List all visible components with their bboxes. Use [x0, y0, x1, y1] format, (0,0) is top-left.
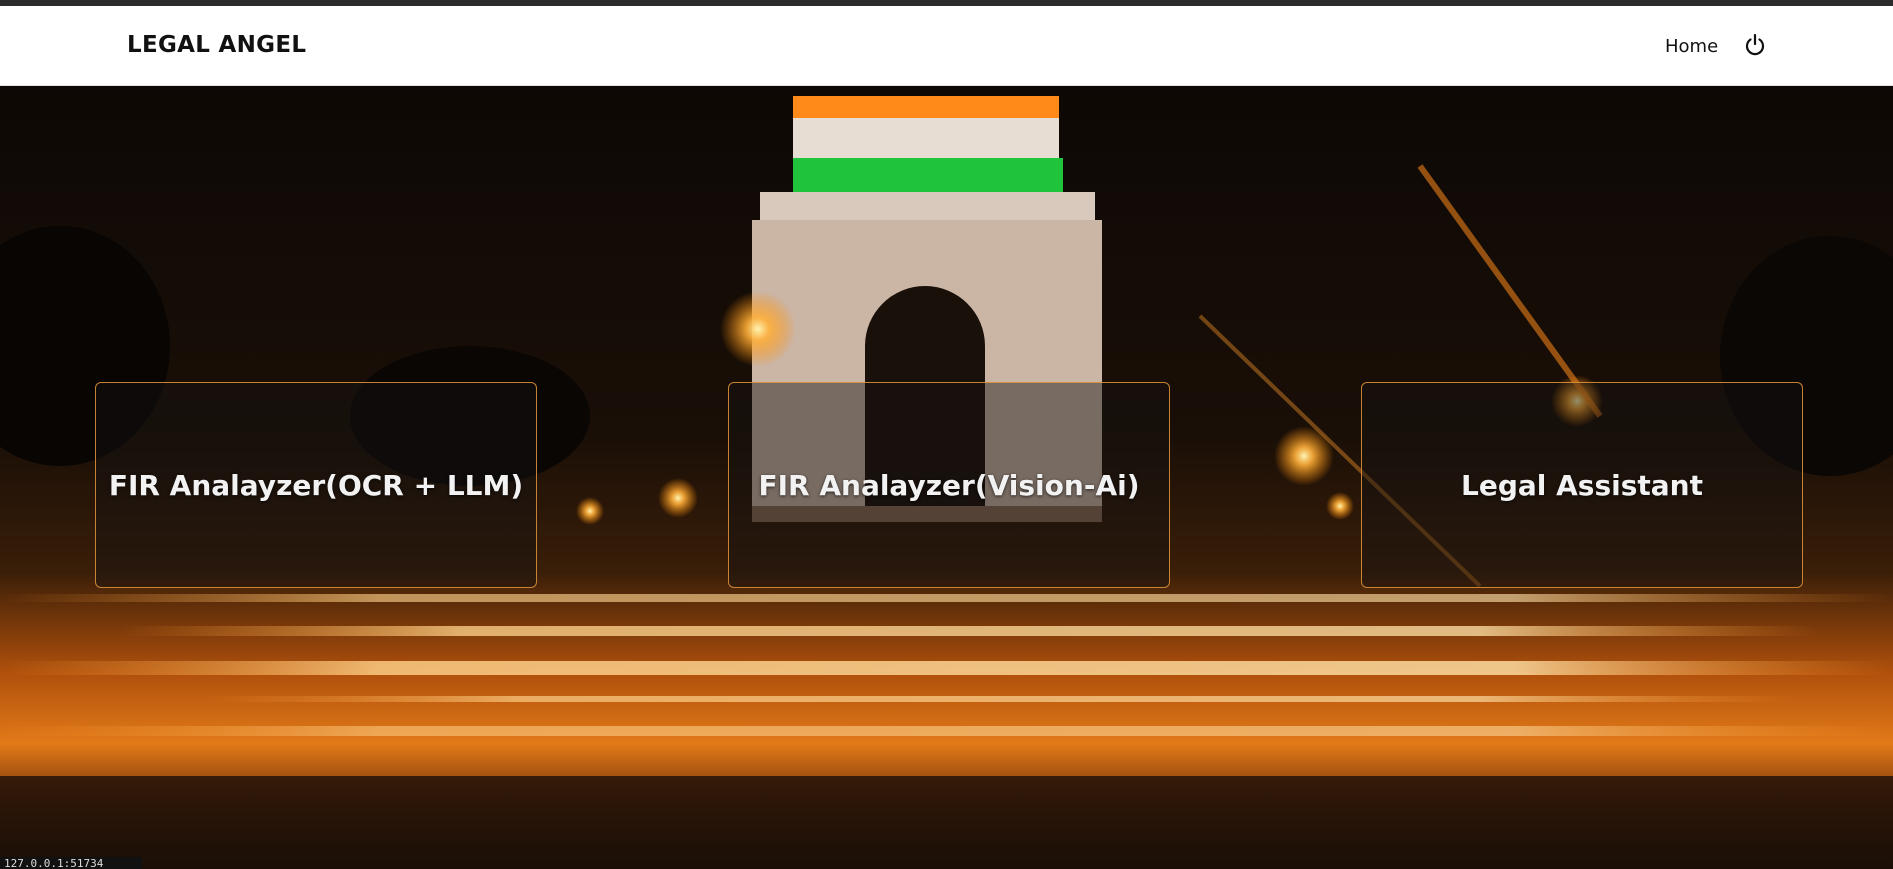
card-label: FIR Analayzer(Vision-Ai) [758, 468, 1140, 502]
card-fir-analyzer-vision[interactable]: FIR Analayzer(Vision-Ai) [728, 382, 1170, 588]
card-label: FIR Analayzer(OCR + LLM) [108, 468, 524, 502]
power-icon[interactable] [1744, 32, 1766, 58]
hero-section: FIR Analayzer(OCR + LLM) FIR Analayzer(V… [0, 86, 1893, 869]
card-label: Legal Assistant [1461, 468, 1703, 502]
status-url: 127.0.0.1:51734 [0, 857, 142, 869]
navbar: LEGAL ANGEL Home [0, 6, 1893, 86]
card-fir-analyzer-ocr[interactable]: FIR Analayzer(OCR + LLM) [95, 382, 537, 588]
nav-home-link[interactable]: Home [1665, 36, 1718, 57]
brand-logo[interactable]: LEGAL ANGEL [127, 32, 306, 58]
card-legal-assistant[interactable]: Legal Assistant [1361, 382, 1803, 588]
